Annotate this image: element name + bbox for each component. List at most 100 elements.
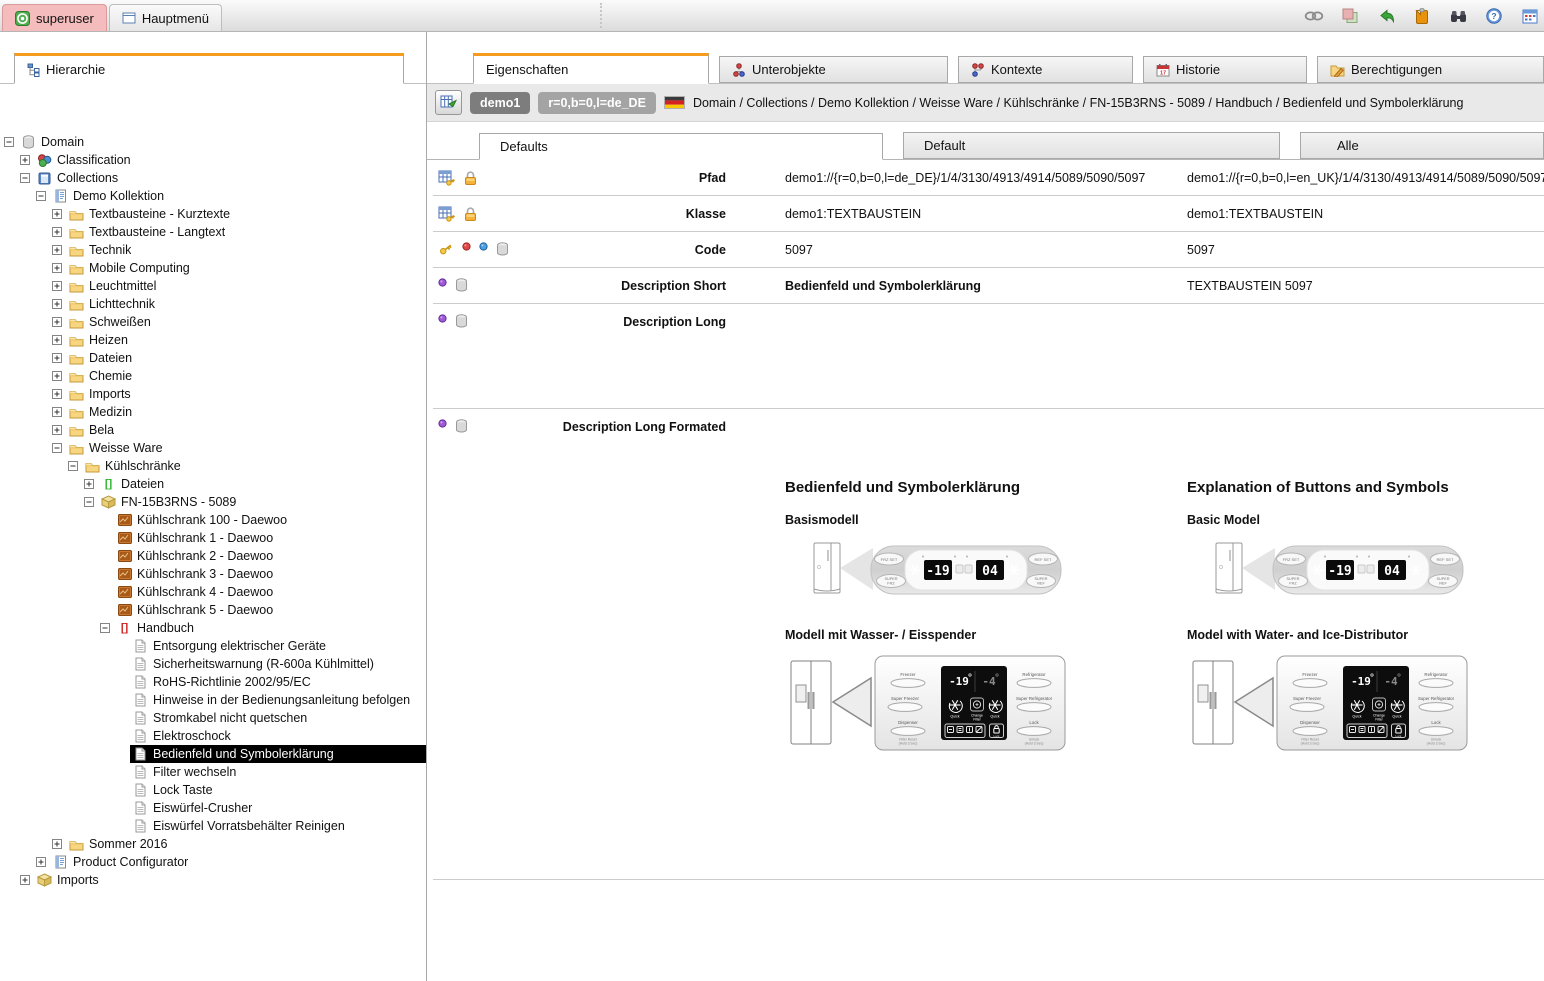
- expand-plus-icon[interactable]: [36, 857, 50, 867]
- tree-item[interactable]: Kühlschrank 3 - Daewoo: [0, 565, 426, 583]
- tree-item[interactable]: Lichttechnik: [0, 295, 426, 313]
- tree-item[interactable]: Mobile Computing: [0, 259, 426, 277]
- tree-item[interactable]: Hinweise in der Bedienungsanleitung befo…: [0, 691, 426, 709]
- expand-plus-icon[interactable]: [52, 299, 66, 309]
- tree-item[interactable]: Elektroschock: [0, 727, 426, 745]
- tab-kontexte[interactable]: Kontexte: [958, 56, 1133, 83]
- folder-icon: [68, 370, 85, 383]
- tree-item[interactable]: Textbausteine - Langtext: [0, 223, 426, 241]
- subtab-defaults[interactable]: Defaults: [479, 133, 883, 160]
- tree-item[interactable]: RoHS-Richtlinie 2002/95/EC: [0, 673, 426, 691]
- edit-table-button[interactable]: [435, 90, 462, 115]
- subtab-alle[interactable]: Alle: [1300, 132, 1544, 159]
- tree-item[interactable]: Stromkabel nicht quetschen: [0, 709, 426, 727]
- tree-item[interactable]: Chemie: [0, 367, 426, 385]
- tab-hauptmenu[interactable]: Hauptmenü: [109, 4, 222, 31]
- tree-item[interactable]: Lock Taste: [0, 781, 426, 799]
- expand-plus-icon[interactable]: [52, 227, 66, 237]
- expand-plus-icon[interactable]: [52, 371, 66, 381]
- tree-item[interactable]: Kühlschrank 2 - Daewoo: [0, 547, 426, 565]
- tree-item[interactable]: Entsorgung elektrischer Geräte: [0, 637, 426, 655]
- tree-item[interactable]: Medizin: [0, 403, 426, 421]
- tree-item[interactable]: Heizen: [0, 331, 426, 349]
- tree-item[interactable]: Bela: [0, 421, 426, 439]
- tree-item[interactable]: Demo Kollektion: [0, 187, 426, 205]
- window-icon: [122, 12, 136, 24]
- property-icons: [433, 268, 543, 303]
- help-icon[interactable]: ?: [1484, 6, 1504, 26]
- expand-plus-icon[interactable]: [52, 425, 66, 435]
- tab-unterobjekte[interactable]: Unterobjekte: [719, 56, 948, 83]
- tree-item[interactable]: Kühlschrank 4 - Daewoo: [0, 583, 426, 601]
- tree-item[interactable]: Bedienfeld und Symbolerklärung: [0, 745, 426, 763]
- clipboard-icon[interactable]: [1412, 6, 1432, 26]
- expand-plus-icon[interactable]: [52, 407, 66, 417]
- collapse-minus-icon[interactable]: [4, 137, 18, 147]
- expand-plus-icon[interactable]: [52, 245, 66, 255]
- svg-text:Filter: Filter: [973, 718, 981, 722]
- expand-plus-icon[interactable]: [52, 353, 66, 363]
- collapse-minus-icon[interactable]: [84, 497, 98, 507]
- link-icon[interactable]: [1304, 6, 1324, 26]
- tab-historie[interactable]: 17Historie: [1143, 56, 1307, 83]
- collapse-minus-icon[interactable]: [100, 623, 114, 633]
- collapse-minus-icon[interactable]: [36, 191, 50, 201]
- expand-plus-icon[interactable]: [52, 839, 66, 849]
- doc-icon: [132, 657, 149, 671]
- tab-superuser[interactable]: superuser: [2, 4, 107, 31]
- expand-plus-icon[interactable]: [84, 479, 98, 489]
- tree-item[interactable]: Dateien: [0, 349, 426, 367]
- tab-eigenschaften[interactable]: Eigenschaften: [473, 53, 709, 84]
- subtab-default[interactable]: Default: [903, 132, 1280, 159]
- property-row: Description Long: [433, 304, 1544, 409]
- collapse-minus-icon[interactable]: [20, 173, 34, 183]
- tree-item[interactable]: Sicherheitswarnung (R-600a Kühlmittel): [0, 655, 426, 673]
- calendar-icon[interactable]: [1520, 6, 1540, 26]
- property-value-second: 5097: [1187, 232, 1544, 267]
- expand-plus-icon[interactable]: [20, 875, 34, 885]
- expand-plus-icon[interactable]: [52, 209, 66, 219]
- tree-item[interactable]: Imports: [0, 385, 426, 403]
- undo-icon[interactable]: [1376, 6, 1396, 26]
- svg-text:Refrigerator: Refrigerator: [1424, 672, 1448, 677]
- tree-item[interactable]: Kühlschrank 100 - Daewoo: [0, 511, 426, 529]
- expand-plus-icon[interactable]: [52, 317, 66, 327]
- tree-item[interactable]: Sommer 2016: [0, 835, 426, 853]
- tree-item[interactable]: Filter wechseln: [0, 763, 426, 781]
- breadcrumb-path[interactable]: Domain / Collections / Demo Kollektion /…: [693, 96, 1464, 110]
- tab-hierarchie[interactable]: Hierarchie: [14, 53, 404, 84]
- tree-item[interactable]: Textbausteine - Kurztexte: [0, 205, 426, 223]
- params-badge[interactable]: r=0,b=0,l=de_DE: [538, 92, 656, 114]
- collapse-minus-icon[interactable]: [68, 461, 82, 471]
- context-badge[interactable]: demo1: [470, 92, 530, 114]
- search-icon[interactable]: [1448, 6, 1468, 26]
- tree-item[interactable]: Product Configurator: [0, 853, 426, 871]
- tree-item[interactable]: Classification: [0, 151, 426, 169]
- tree-item[interactable]: Leuchtmittel: [0, 277, 426, 295]
- tree-item[interactable]: Schweißen: [0, 313, 426, 331]
- tree-item[interactable]: Eiswürfel Vorratsbehälter Reinigen: [0, 817, 426, 835]
- tree-item[interactable]: Kühlschrank 5 - Daewoo: [0, 601, 426, 619]
- tab-berechtigungen[interactable]: Berechtigungen: [1317, 56, 1544, 83]
- expand-plus-icon[interactable]: [52, 389, 66, 399]
- tree-item[interactable]: []Handbuch: [0, 619, 426, 637]
- expand-plus-icon[interactable]: [52, 335, 66, 345]
- tree-item[interactable]: Weisse Ware: [0, 439, 426, 457]
- tree-item[interactable]: Domain: [0, 133, 426, 151]
- tree-item-label: Eiswürfel Vorratsbehälter Reinigen: [153, 819, 345, 833]
- copy-icon[interactable]: [1340, 6, 1360, 26]
- tree-item[interactable]: Collections: [0, 169, 426, 187]
- expand-plus-icon[interactable]: [52, 281, 66, 291]
- tree-item[interactable]: []Dateien: [0, 475, 426, 493]
- tree-item[interactable]: Imports: [0, 871, 426, 889]
- svg-text:Quick: Quick: [950, 715, 959, 719]
- expand-plus-icon[interactable]: [52, 263, 66, 273]
- expand-plus-icon[interactable]: [20, 155, 34, 165]
- tree-item[interactable]: Kühlschrank 1 - Daewoo: [0, 529, 426, 547]
- tree-item[interactable]: Eiswürfel-Crusher: [0, 799, 426, 817]
- collapse-minus-icon[interactable]: [52, 443, 66, 453]
- svg-text:Refrigerator: Refrigerator: [1022, 672, 1046, 677]
- tree-item[interactable]: Kühlschränke: [0, 457, 426, 475]
- tree-item[interactable]: FN-15B3RNS - 5089: [0, 493, 426, 511]
- tree-item[interactable]: Technik: [0, 241, 426, 259]
